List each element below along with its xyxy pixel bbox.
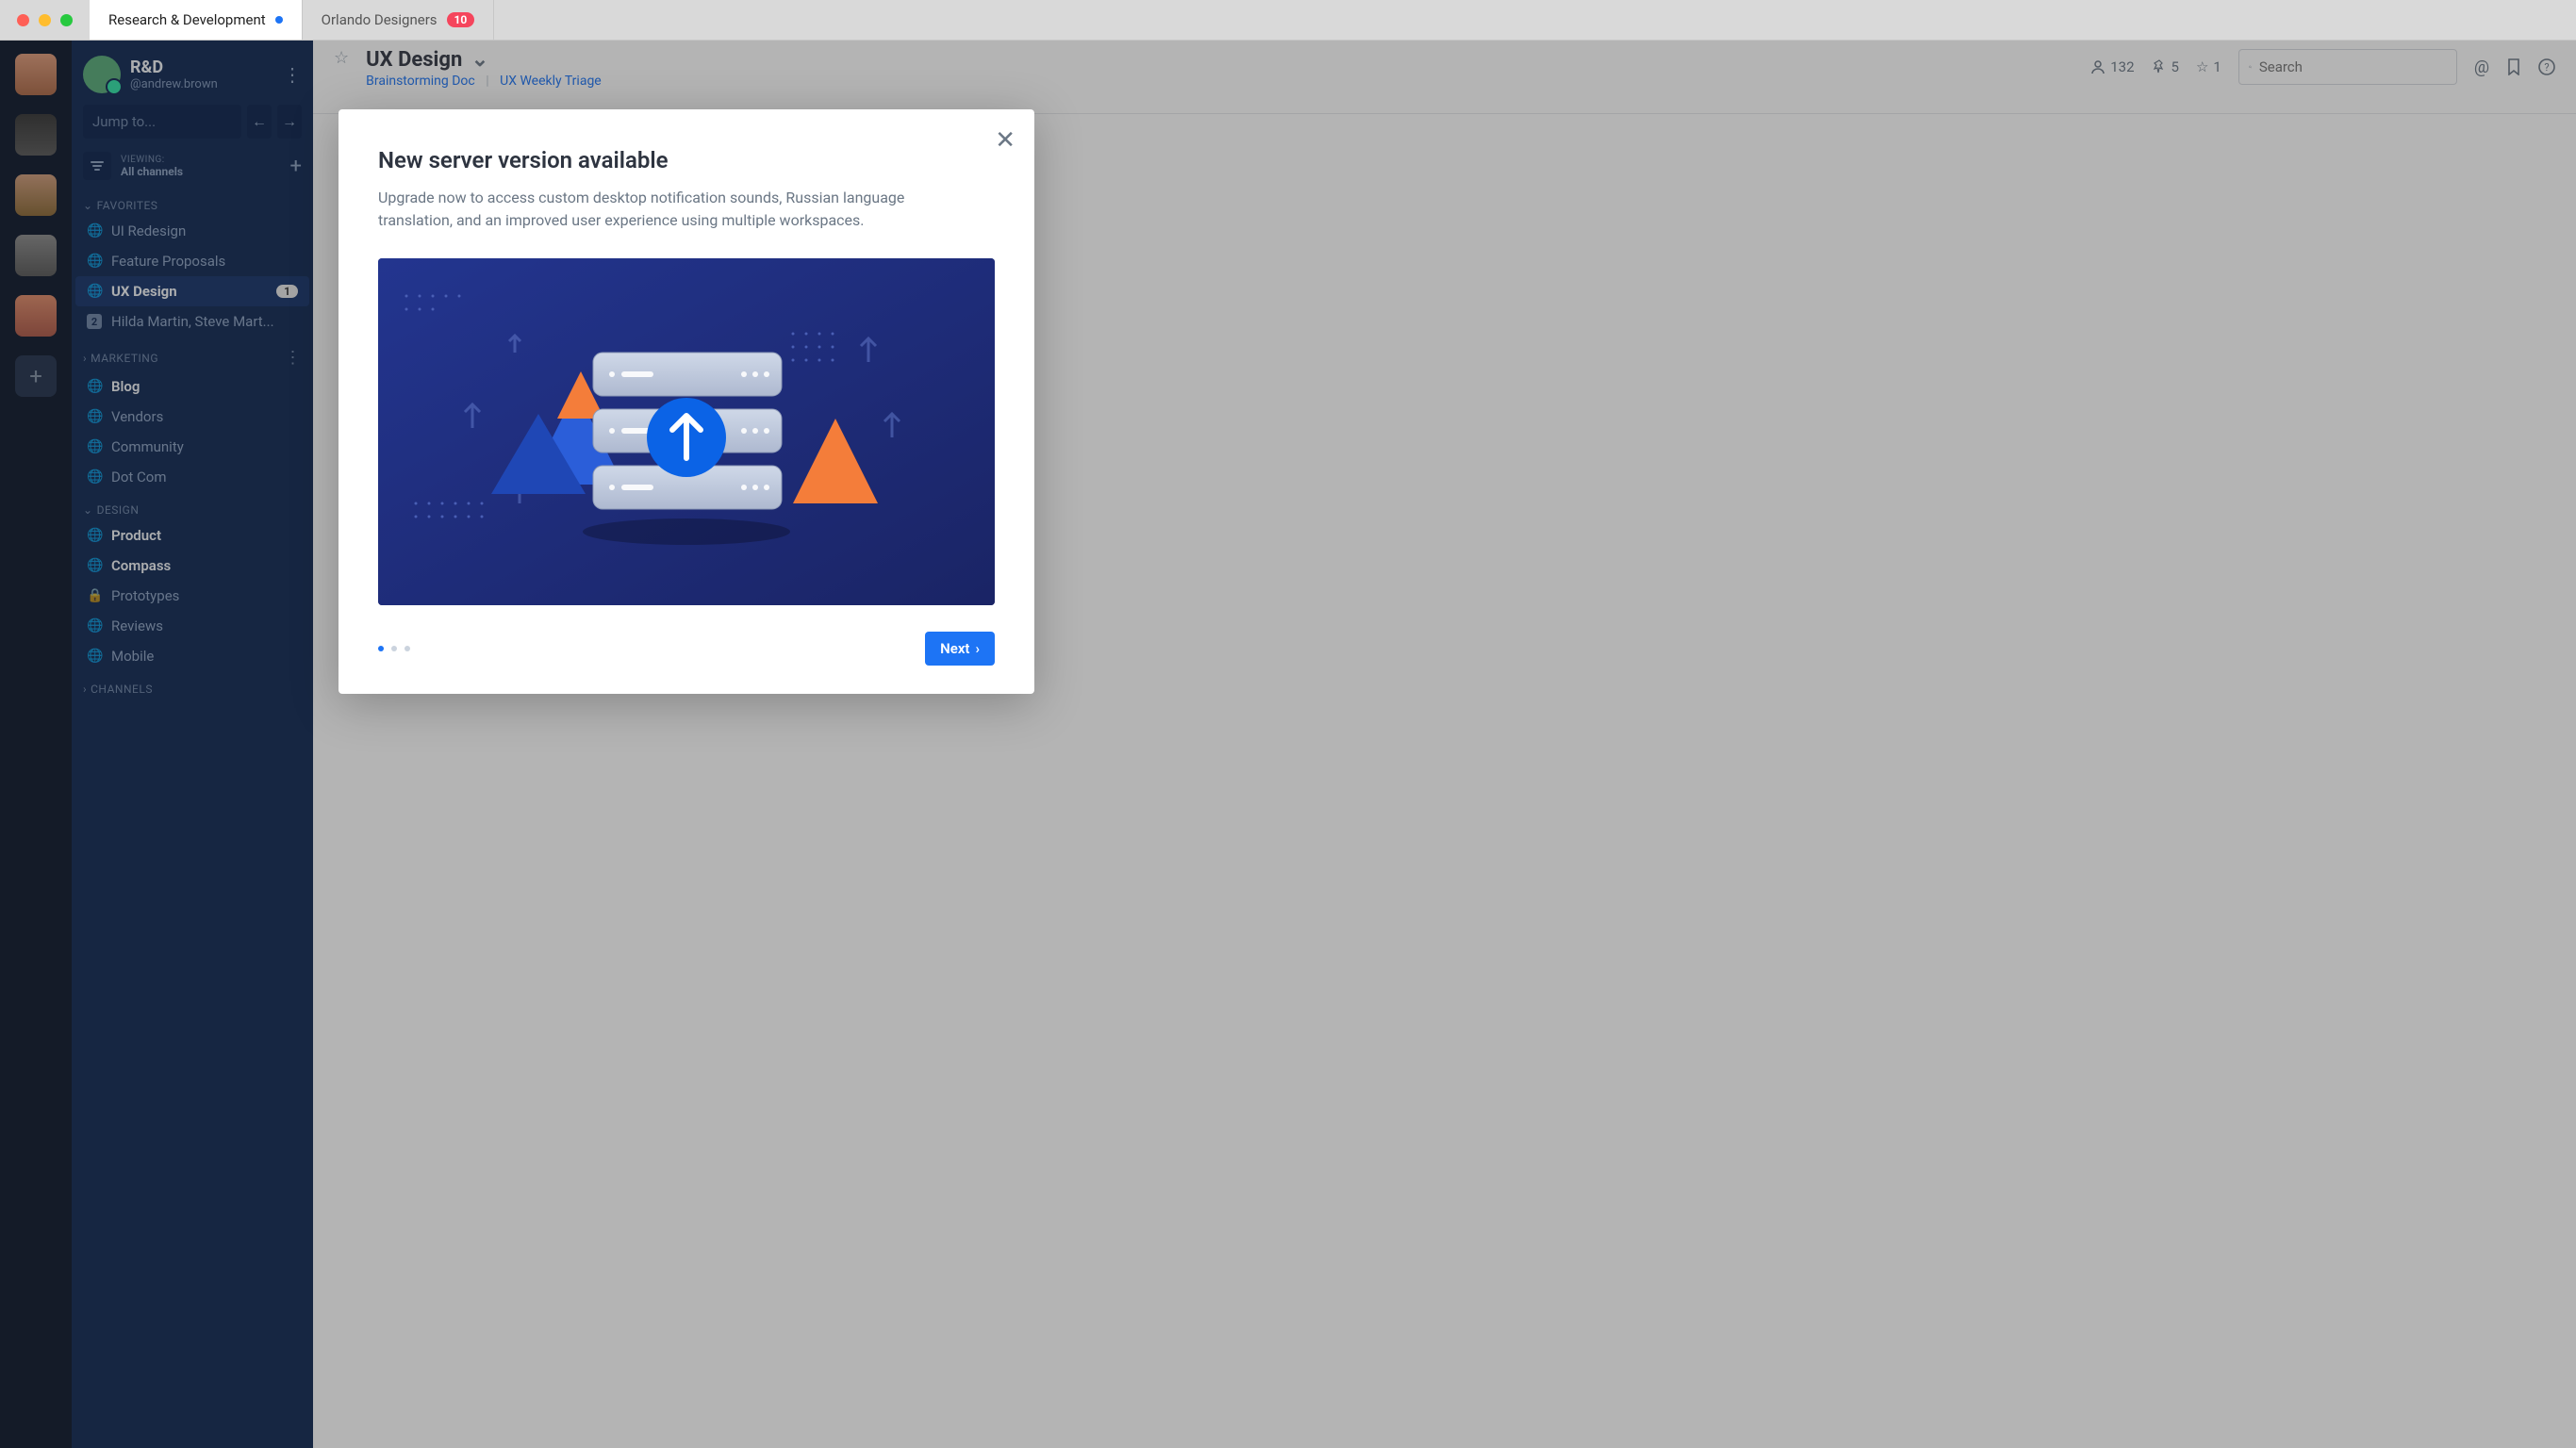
window-controls (0, 0, 90, 40)
next-button[interactable]: Next › (925, 632, 995, 666)
tab-orlando-designers[interactable]: Orlando Designers 10 (303, 0, 495, 40)
dot (391, 646, 397, 651)
tab-label: Orlando Designers (322, 11, 438, 28)
tab-research-development[interactable]: Research & Development (90, 0, 303, 40)
close-window-button[interactable] (17, 14, 29, 26)
maximize-window-button[interactable] (60, 14, 73, 26)
modal-illustration (378, 258, 995, 605)
modal-title: New server version available (378, 147, 995, 173)
close-icon[interactable]: ✕ (995, 126, 1016, 155)
dot-active (378, 646, 384, 651)
tab-label: Research & Development (108, 11, 266, 28)
window-tabbar: Research & Development Orlando Designers… (0, 0, 2576, 41)
minimize-window-button[interactable] (39, 14, 51, 26)
pagination-dots (378, 646, 410, 651)
tab-badge: 10 (447, 12, 475, 27)
unread-dot-icon (275, 16, 283, 24)
next-button-label: Next (940, 640, 969, 657)
chevron-right-icon: › (975, 640, 980, 657)
dot (405, 646, 410, 651)
modal-body: Upgrade now to access custom desktop not… (378, 187, 982, 232)
upgrade-modal: ✕ New server version available Upgrade n… (339, 109, 1034, 694)
